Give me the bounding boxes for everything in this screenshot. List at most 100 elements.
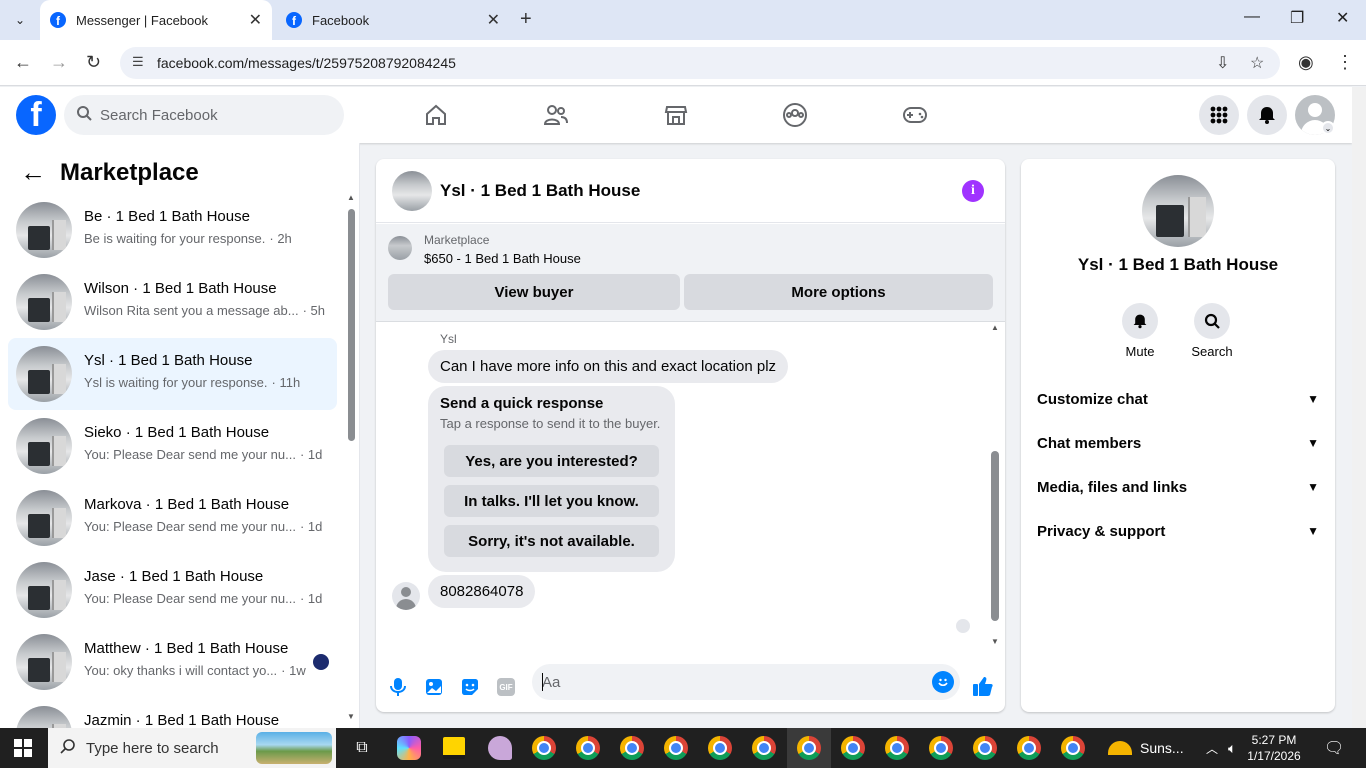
- weather-widget[interactable]: Suns...: [1108, 728, 1184, 768]
- back-button[interactable]: ←: [14, 52, 32, 73]
- quick-reply-button[interactable]: Sorry, it's not available.: [444, 525, 659, 557]
- conversation-item[interactable]: Matthew · 1 Bed 1 Bath House You: oky th…: [8, 626, 337, 698]
- microphone-icon[interactable]: [387, 676, 409, 698]
- site-info-icon[interactable]: ☰: [132, 54, 144, 70]
- chat-members-section[interactable]: Chat members ▼: [1037, 421, 1319, 465]
- chrome-icon[interactable]: [532, 736, 556, 760]
- message-bubble[interactable]: Can I have more info on this and exact l…: [428, 350, 789, 383]
- message-input-box[interactable]: [532, 664, 960, 700]
- taskbar-clock[interactable]: 5:27 PM 1/17/2026: [1244, 732, 1304, 764]
- show-hidden-icons-chevron-icon[interactable]: ︿: [1206, 728, 1218, 768]
- chevron-down-icon[interactable]: ⌄: [1321, 121, 1335, 135]
- sticky-notes-icon[interactable]: [443, 737, 465, 759]
- taskbar-search-placeholder[interactable]: Type here to search: [86, 740, 219, 757]
- notifications-bell-icon[interactable]: [1247, 95, 1287, 135]
- chrome-icon[interactable]: [620, 736, 644, 760]
- browser-menu-icon[interactable]: ⋮: [1336, 52, 1354, 73]
- windows-start-icon[interactable]: [14, 739, 32, 757]
- search-icon[interactable]: [1194, 303, 1230, 339]
- minimize-button[interactable]: —: [1244, 8, 1260, 26]
- customize-chat-section[interactable]: Customize chat ▼: [1037, 377, 1319, 421]
- gif-icon[interactable]: GIF: [495, 676, 517, 698]
- close-tab-icon[interactable]: ✕: [487, 10, 500, 30]
- photo-icon[interactable]: [423, 676, 445, 698]
- close-tab-icon[interactable]: ✕: [249, 10, 262, 30]
- chrome-icon[interactable]: [841, 736, 865, 760]
- tab-search-dropdown[interactable]: ⌄: [8, 8, 32, 32]
- gaming-icon[interactable]: [900, 101, 930, 129]
- facebook-search[interactable]: [64, 95, 344, 135]
- bookmark-star-icon[interactable]: ☆: [1250, 53, 1264, 73]
- home-icon[interactable]: [421, 101, 451, 129]
- volume-icon[interactable]: 🔈︎: [1228, 728, 1236, 768]
- sender-avatar[interactable]: [392, 582, 420, 610]
- task-view-icon[interactable]: ⧉: [350, 736, 374, 760]
- sidebar-scrollbar[interactable]: ▲ ▼: [346, 193, 356, 723]
- scrollbar-thumb[interactable]: [348, 209, 355, 441]
- search-input[interactable]: [100, 95, 330, 135]
- chrome-icon[interactable]: [929, 736, 953, 760]
- details-listing-photo[interactable]: [1142, 175, 1214, 247]
- taskbar-search[interactable]: Type here to search: [48, 728, 336, 768]
- more-options-button[interactable]: More options: [684, 274, 993, 310]
- chrome-icon[interactable]: [1061, 736, 1085, 760]
- address-bar[interactable]: ☰ facebook.com/messages/t/25975208792084…: [120, 47, 1280, 79]
- chrome-icon[interactable]: [885, 736, 909, 760]
- media-files-links-section[interactable]: Media, files and links ▼: [1037, 465, 1319, 509]
- scroll-up-arrow-icon[interactable]: ▲: [347, 193, 355, 202]
- paint-icon[interactable]: [488, 736, 512, 760]
- chrome-icon[interactable]: [1017, 736, 1041, 760]
- close-window-button[interactable]: ✕: [1336, 8, 1349, 28]
- scroll-down-arrow-icon[interactable]: ▼: [347, 712, 355, 721]
- friends-icon[interactable]: [541, 101, 571, 129]
- new-tab-button[interactable]: +: [520, 8, 532, 31]
- restore-button[interactable]: ❐: [1290, 8, 1304, 28]
- quick-reply-button[interactable]: Yes, are you interested?: [444, 445, 659, 477]
- conversation-item[interactable]: Jase · 1 Bed 1 Bath House You: Please De…: [8, 554, 337, 626]
- scroll-down-arrow-icon[interactable]: ▼: [991, 637, 999, 646]
- tab-messenger[interactable]: f Messenger | Facebook ✕: [40, 0, 272, 40]
- url-text[interactable]: facebook.com/messages/t/2597520879208424…: [157, 55, 456, 71]
- chrome-icon[interactable]: [576, 736, 600, 760]
- notifications-icon[interactable]: 🗨︎: [1324, 728, 1344, 768]
- scroll-up-arrow-icon[interactable]: ▲: [991, 323, 999, 332]
- page-scrollbar[interactable]: [1352, 87, 1366, 728]
- chrome-icon[interactable]: [797, 736, 821, 760]
- scrollbar-thumb[interactable]: [991, 451, 999, 621]
- message-bubble[interactable]: 8082864078: [428, 575, 536, 608]
- mute-action[interactable]: Mute: [1110, 303, 1170, 359]
- conversation-item[interactable]: Markova · 1 Bed 1 Bath House You: Please…: [8, 482, 337, 554]
- chrome-icon[interactable]: [973, 736, 997, 760]
- facebook-logo[interactable]: f: [16, 95, 56, 135]
- menu-grid-icon[interactable]: [1199, 95, 1239, 135]
- conversation-item[interactable]: Sieko · 1 Bed 1 Bath House You: Please D…: [8, 410, 337, 482]
- profile-icon[interactable]: ◉: [1298, 52, 1314, 73]
- copilot-icon[interactable]: [397, 736, 421, 760]
- install-app-icon[interactable]: ⇩: [1216, 53, 1229, 73]
- tab-facebook[interactable]: f Facebook ✕: [276, 0, 510, 40]
- message-input[interactable]: [542, 664, 912, 700]
- search-action[interactable]: Search: [1182, 303, 1242, 359]
- bell-icon[interactable]: [1122, 303, 1158, 339]
- privacy-support-section[interactable]: Privacy & support ▼: [1037, 509, 1319, 553]
- chrome-icon[interactable]: [664, 736, 688, 760]
- chat-title[interactable]: Ysl · 1 Bed 1 Bath House: [440, 181, 640, 201]
- chat-scrollbar[interactable]: ▲ ▼: [989, 323, 1001, 651]
- groups-icon[interactable]: [780, 101, 810, 129]
- reload-button[interactable]: ↻: [86, 52, 101, 73]
- forward-button[interactable]: →: [50, 52, 68, 73]
- view-buyer-button[interactable]: View buyer: [388, 274, 680, 310]
- listing-price-title[interactable]: $650 - 1 Bed 1 Bath House: [424, 251, 581, 266]
- thumbs-up-icon[interactable]: [972, 675, 994, 697]
- conversation-item[interactable]: Be · 1 Bed 1 Bath House Be is waiting fo…: [8, 194, 337, 266]
- chrome-icon[interactable]: [708, 736, 732, 760]
- chat-listing-thumbnail[interactable]: [392, 171, 432, 211]
- conversation-item[interactable]: Jazmin · 1 Bed 1 Bath House: [8, 698, 337, 728]
- back-arrow-icon[interactable]: ←: [20, 157, 46, 188]
- emoji-icon[interactable]: [932, 671, 954, 693]
- chrome-icon[interactable]: [752, 736, 776, 760]
- quick-reply-button[interactable]: In talks. I'll let you know.: [444, 485, 659, 517]
- sticker-icon[interactable]: [459, 676, 481, 698]
- marketplace-icon[interactable]: [661, 101, 691, 129]
- conversation-item-selected[interactable]: Ysl · 1 Bed 1 Bath House Ysl is waiting …: [8, 338, 337, 410]
